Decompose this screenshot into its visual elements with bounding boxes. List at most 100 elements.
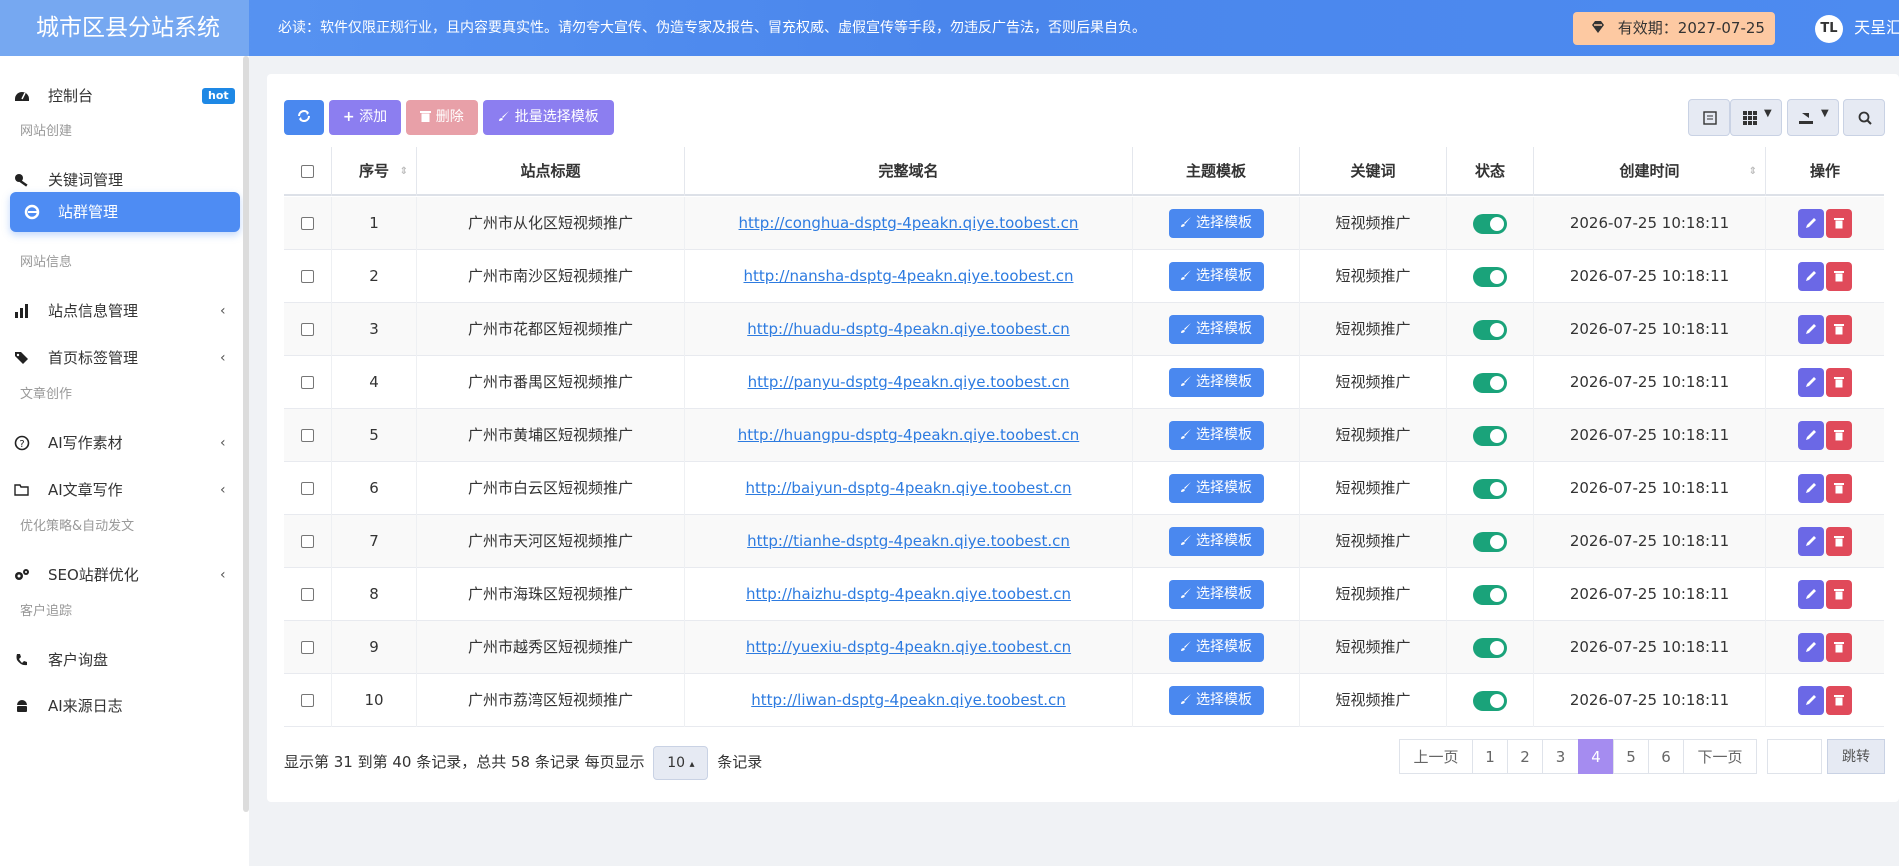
status-toggle[interactable] — [1473, 637, 1507, 658]
refresh-button[interactable] — [284, 100, 324, 135]
add-button[interactable]: + 添加 — [329, 100, 401, 135]
status-toggle[interactable] — [1473, 478, 1507, 499]
edit-button[interactable] — [1798, 315, 1824, 344]
jump-button[interactable]: 跳转 — [1827, 739, 1885, 774]
table-cell — [1766, 462, 1884, 515]
row-checkbox[interactable] — [301, 588, 314, 601]
status-toggle[interactable] — [1473, 319, 1507, 340]
edit-button[interactable] — [1798, 368, 1824, 397]
select-all-checkbox[interactable] — [301, 165, 314, 178]
batch-template-button[interactable]: 批量选择模板 — [483, 100, 614, 135]
edit-button[interactable] — [1798, 686, 1824, 715]
row-domain-link[interactable]: http://panyu-dsptg-4peakn.qiye.toobest.c… — [748, 373, 1070, 391]
row-checkbox[interactable] — [301, 482, 314, 495]
row-checkbox[interactable] — [301, 217, 314, 230]
sidebar-item-ai-material[interactable]: ? AI写作素材 ‹ — [10, 418, 240, 468]
user-menu[interactable]: TL 天呈汇 — [1815, 14, 1899, 43]
prev-page-button[interactable]: 上一页 — [1399, 739, 1473, 774]
header-id[interactable]: 序号 ⇕ — [332, 147, 417, 196]
status-toggle[interactable] — [1473, 690, 1507, 711]
page-button-3[interactable]: 3 — [1542, 739, 1579, 774]
page-button-4[interactable]: 4 — [1578, 739, 1614, 774]
row-domain-link[interactable]: http://huangpu-dsptg-4peakn.qiye.toobest… — [738, 426, 1080, 444]
status-toggle[interactable] — [1473, 266, 1507, 287]
select-template-button[interactable]: 选择模板 — [1168, 474, 1264, 503]
toggle-view-button[interactable] — [1688, 99, 1730, 136]
row-checkbox[interactable] — [301, 376, 314, 389]
sidebar-item-dashboard[interactable]: 控制台 hot — [10, 71, 240, 121]
status-toggle[interactable] — [1473, 372, 1507, 393]
select-template-button[interactable]: 选择模板 — [1168, 315, 1264, 344]
delete-row-button[interactable] — [1826, 262, 1852, 291]
edit-button[interactable] — [1798, 262, 1824, 291]
row-domain-link[interactable]: http://baiyun-dsptg-4peakn.qiye.toobest.… — [745, 479, 1071, 497]
row-domain-link[interactable]: http://haizhu-dsptg-4peakn.qiye.toobest.… — [746, 585, 1071, 603]
table-cell: http://liwan-dsptg-4peakn.qiye.toobest.c… — [685, 674, 1133, 727]
row-checkbox[interactable] — [301, 535, 314, 548]
row-domain-link[interactable]: http://liwan-dsptg-4peakn.qiye.toobest.c… — [751, 691, 1066, 709]
sidebar-item-seo[interactable]: SEO站群优化 ‹ — [10, 550, 240, 600]
page-button-5[interactable]: 5 — [1613, 739, 1649, 774]
list-icon — [1703, 111, 1717, 125]
select-template-button[interactable]: 选择模板 — [1168, 368, 1264, 397]
trash-icon — [1834, 324, 1844, 335]
row-domain-link[interactable]: http://tianhe-dsptg-4peakn.qiye.toobest.… — [747, 532, 1070, 550]
page-size-select[interactable]: 10 ▴ — [653, 745, 709, 780]
header-created[interactable]: 创建时间 ⇕ — [1534, 147, 1766, 196]
delete-row-button[interactable] — [1826, 421, 1852, 450]
page-button-6[interactable]: 6 — [1648, 739, 1684, 774]
delete-row-button[interactable] — [1826, 633, 1852, 662]
edit-button[interactable] — [1798, 474, 1824, 503]
row-created-time: 2026-07-25 10:18:11 — [1569, 479, 1730, 497]
table-cell — [1766, 197, 1884, 250]
export-button[interactable]: ▼ — [1787, 99, 1839, 136]
row-domain-link[interactable]: http://nansha-dsptg-4peakn.qiye.toobest.… — [744, 267, 1074, 285]
columns-button[interactable]: ▼ — [1730, 99, 1782, 136]
row-domain-link[interactable]: http://conghua-dsptg-4peakn.qiye.toobest… — [739, 214, 1079, 232]
edit-button[interactable] — [1798, 580, 1824, 609]
sidebar-item-ai-log[interactable]: AI来源日志 — [10, 681, 240, 731]
row-checkbox[interactable] — [301, 694, 314, 707]
delete-row-button[interactable] — [1826, 580, 1852, 609]
select-template-button[interactable]: 选择模板 — [1168, 686, 1264, 715]
sidebar-item-inquiry[interactable]: 客户询盘 — [10, 635, 240, 685]
select-template-button[interactable]: 选择模板 — [1168, 633, 1264, 662]
search-button[interactable] — [1843, 99, 1885, 136]
edit-button[interactable] — [1798, 209, 1824, 238]
delete-row-button[interactable] — [1826, 474, 1852, 503]
row-checkbox[interactable] — [301, 429, 314, 442]
row-domain-link[interactable]: http://huadu-dsptg-4peakn.qiye.toobest.c… — [747, 320, 1070, 338]
select-template-button[interactable]: 选择模板 — [1168, 421, 1264, 450]
status-toggle[interactable] — [1473, 425, 1507, 446]
next-page-button[interactable]: 下一页 — [1683, 739, 1757, 774]
sidebar-item-site-info[interactable]: 站点信息管理 ‹ — [10, 286, 240, 336]
row-checkbox[interactable] — [301, 270, 314, 283]
delete-row-button[interactable] — [1826, 686, 1852, 715]
delete-button[interactable]: 删除 — [406, 100, 478, 135]
page-button-2[interactable]: 2 — [1507, 739, 1543, 774]
row-checkbox[interactable] — [301, 323, 314, 336]
sidebar-item-home-tags[interactable]: 首页标签管理 ‹ — [10, 333, 240, 383]
status-toggle[interactable] — [1473, 531, 1507, 552]
select-template-button[interactable]: 选择模板 — [1168, 580, 1264, 609]
select-template-button[interactable]: 选择模板 — [1168, 527, 1264, 556]
status-toggle[interactable] — [1473, 584, 1507, 605]
page-button-1[interactable]: 1 — [1472, 739, 1508, 774]
row-domain-link[interactable]: http://yuexiu-dsptg-4peakn.qiye.toobest.… — [746, 638, 1071, 656]
status-toggle[interactable] — [1473, 213, 1507, 234]
grid-icon — [1743, 111, 1757, 125]
delete-row-button[interactable] — [1826, 315, 1852, 344]
select-template-button[interactable]: 选择模板 — [1168, 262, 1264, 291]
edit-button[interactable] — [1798, 527, 1824, 556]
row-checkbox[interactable] — [301, 641, 314, 654]
select-template-button[interactable]: 选择模板 — [1168, 209, 1264, 238]
sidebar-scrollbar[interactable] — [243, 56, 249, 812]
jump-page-input[interactable] — [1767, 739, 1822, 774]
sidebar-item-station-group[interactable]: 站群管理 — [10, 192, 240, 232]
delete-row-button[interactable] — [1826, 209, 1852, 238]
sidebar-item-ai-article[interactable]: AI文章写作 ‹ — [10, 465, 240, 515]
edit-button[interactable] — [1798, 421, 1824, 450]
edit-button[interactable] — [1798, 633, 1824, 662]
delete-row-button[interactable] — [1826, 527, 1852, 556]
delete-row-button[interactable] — [1826, 368, 1852, 397]
